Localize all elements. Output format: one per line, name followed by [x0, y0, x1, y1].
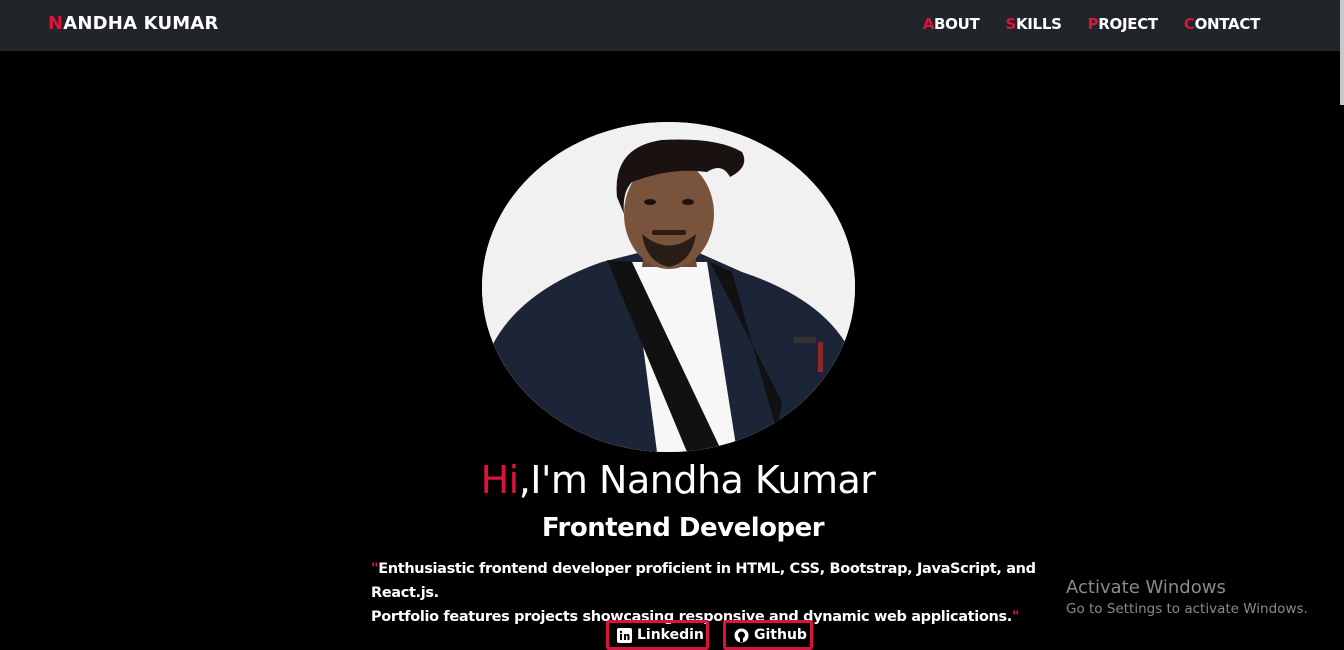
linkedin-label: Linkedin — [637, 627, 704, 643]
linkedin-icon — [617, 627, 632, 643]
linkedin-button[interactable]: Linkedin — [606, 620, 709, 650]
profile-photo — [482, 122, 855, 452]
watermark-title: Activate Windows — [1066, 577, 1226, 598]
nav-link-project[interactable]: PROJECT — [1087, 15, 1159, 33]
nav-link-initial: S — [1005, 15, 1016, 33]
nav-link-label: ONTACT — [1194, 15, 1261, 33]
nav-link-label: BOUT — [934, 15, 980, 33]
hero-role: Frontend Developer — [541, 513, 825, 543]
github-label: Github — [754, 627, 807, 643]
brand-initial: N — [48, 13, 64, 34]
nav-link-label: KILLS — [1015, 15, 1062, 33]
activate-windows-watermark: Activate Windows Go to Settings to activ… — [1066, 577, 1308, 619]
nav-link-initial: C — [1183, 15, 1195, 33]
nav-link-skills[interactable]: SKILLS — [1005, 15, 1061, 33]
watermark-subtitle: Go to Settings to activate Windows. — [1066, 601, 1308, 617]
quote-close: " — [1011, 609, 1020, 625]
nav-link-about[interactable]: ABOUT — [923, 15, 980, 33]
greeting-hi: Hi — [480, 458, 520, 502]
brand-name: ANDHA KUMAR — [63, 13, 219, 34]
nav-link-initial: P — [1087, 15, 1099, 33]
nav-links: ABOUT SKILLS PROJECT CONTACT — [923, 15, 1261, 33]
scrollbar[interactable] — [1340, 0, 1344, 105]
github-button[interactable]: Github — [723, 620, 813, 650]
github-icon — [734, 628, 749, 643]
nav-link-initial: A — [922, 15, 935, 33]
hero-greeting: Hi,I'm Nandha Kumar — [0, 458, 1344, 502]
brand-logo[interactable]: NANDHA KUMAR — [48, 13, 219, 34]
hero-bio: " Enthusiastic frontend developer profici… — [371, 557, 1091, 629]
navbar: NANDHA KUMAR ABOUT SKILLS PROJECT CONTAC… — [0, 0, 1340, 51]
nav-link-contact[interactable]: CONTACT — [1184, 15, 1260, 33]
nav-link-label: ROJECT — [1098, 15, 1158, 33]
greeting-name: ,I'm Nandha Kumar — [518, 458, 876, 502]
bio-line-1: Enthusiastic frontend developer proficie… — [371, 561, 1036, 601]
